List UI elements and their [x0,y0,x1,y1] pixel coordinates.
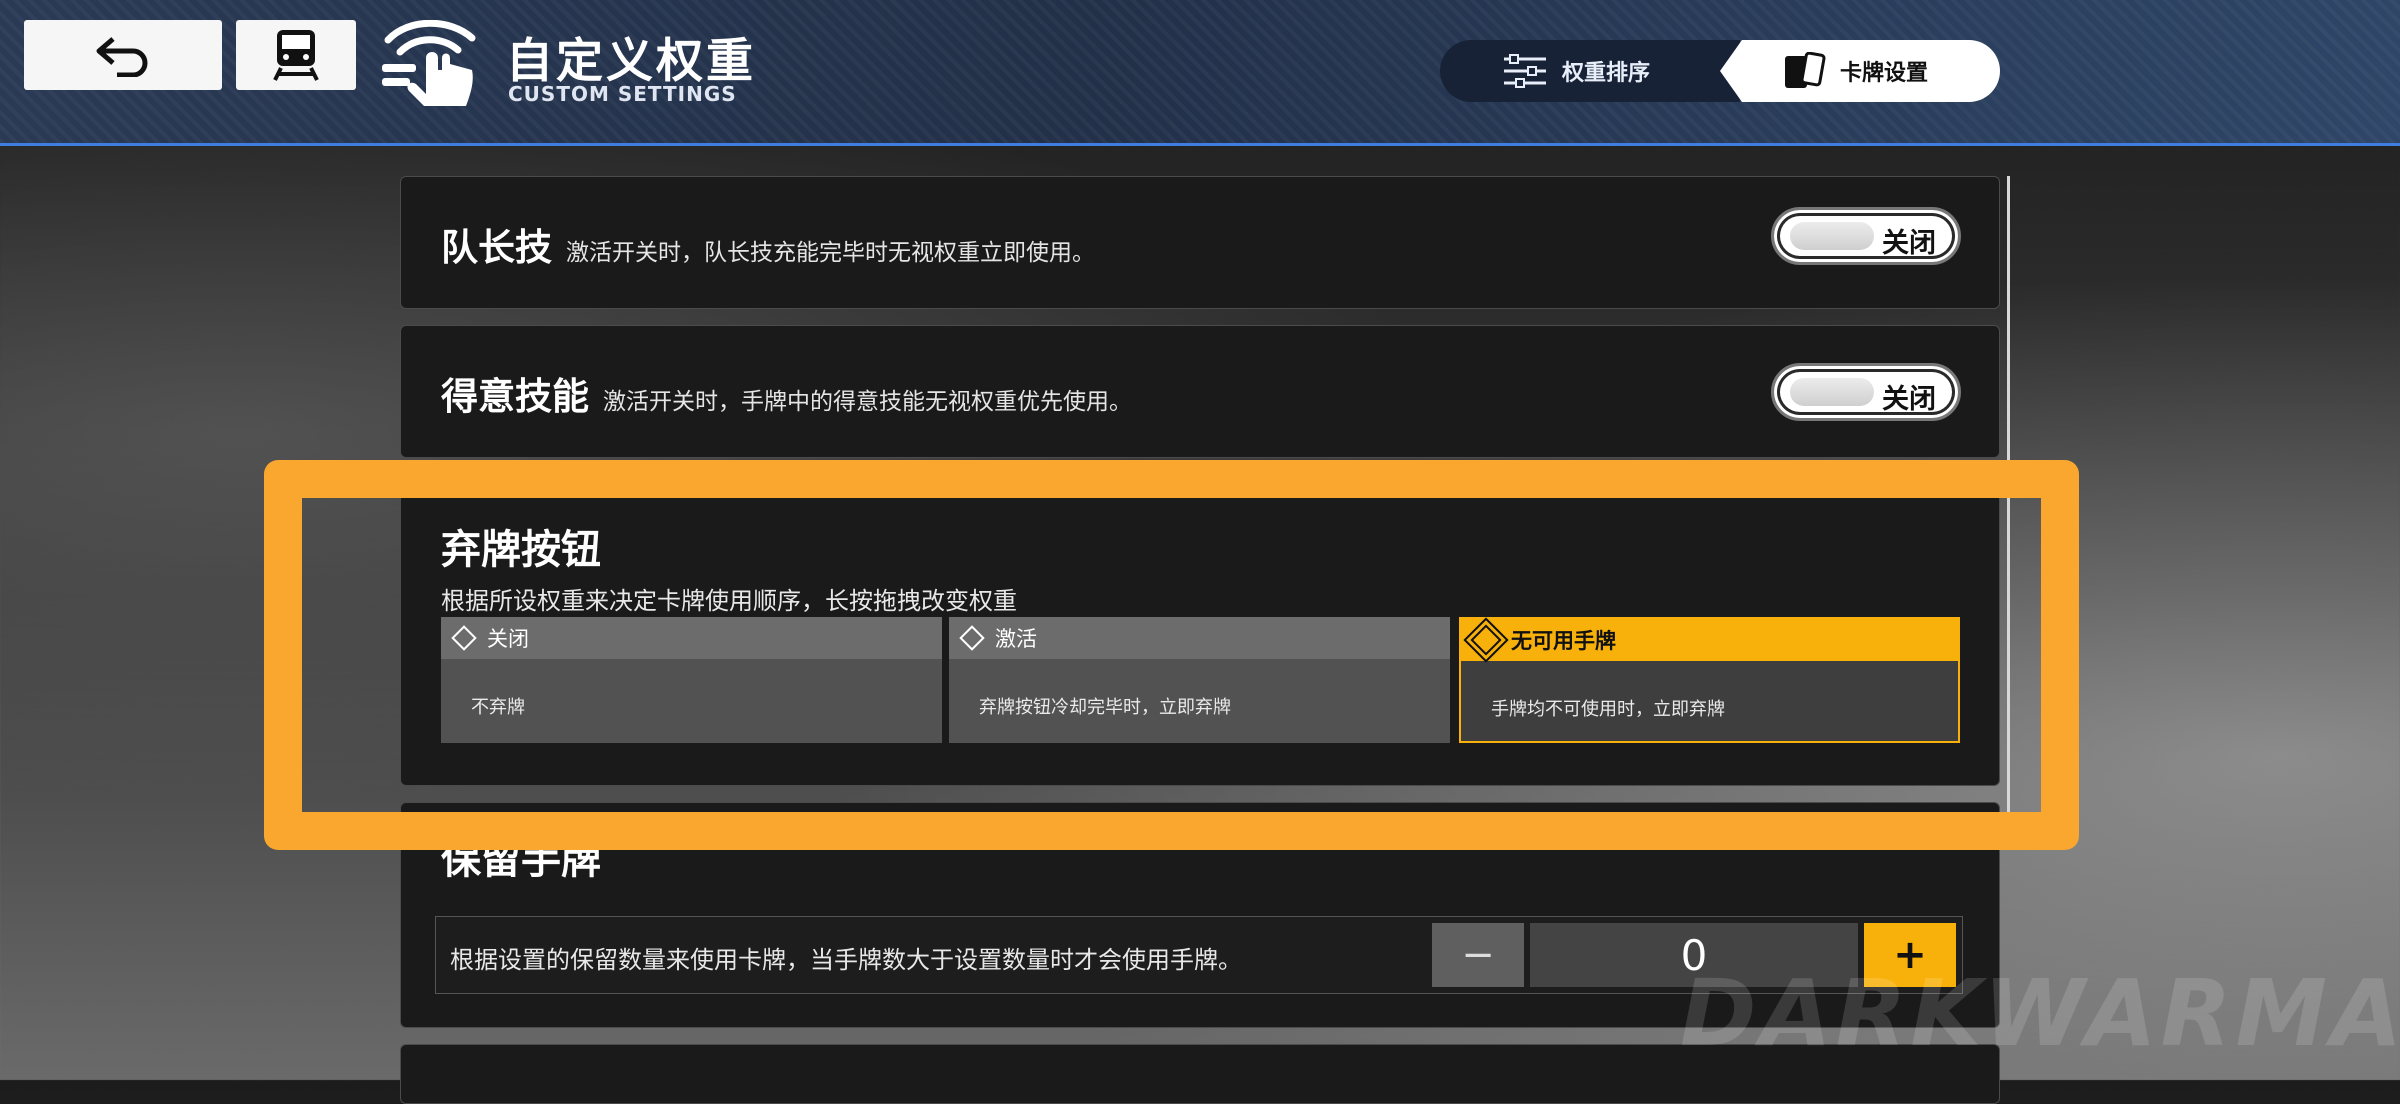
discard-option-off-desc: 不弃牌 [471,697,525,718]
discard-option-no-usable-label: 无可用手牌 [1511,629,1616,653]
captain-skill-toggle[interactable]: 关闭 [1771,207,1961,265]
tab-card-settings-label: 卡牌设置 [1840,61,1929,86]
page-title: 自定义权重 [506,34,756,89]
back-arrow-icon [96,37,148,77]
discard-option-active[interactable]: 激活 弃牌按钮冷却完毕时，立即弃牌 [949,617,1450,743]
diamond-icon [959,625,985,651]
keep-cards-description: 根据设置的保留数量来使用卡牌，当手牌数大于设置数量时才会使用手牌。 [450,946,1242,974]
tab-card-settings[interactable]: 卡牌设置 [1720,40,2000,102]
decrement-button[interactable]: − [1432,923,1524,987]
toggle-knob [1790,222,1874,250]
discard-option-no-usable-cards[interactable]: 无可用手牌 手牌均不可使用时，立即弃牌 [1459,617,1960,743]
discard-option-no-usable-desc: 手牌均不可使用时，立即弃牌 [1491,699,1725,720]
discard-button-title: 弃牌按钮 [441,527,601,573]
keep-cards-title: 保留手牌 [441,837,601,883]
discard-button-description: 根据所设权重来决定卡牌使用顺序，长按拖拽改变权重 [441,587,1017,615]
captain-skill-title: 队长技 激活开关时，队长技充能完毕时无视权重立即使用。 [441,217,1095,271]
scrollbar[interactable] [2007,176,2010,816]
captain-skill-card: 队长技 激活开关时，队长技充能完毕时无视权重立即使用。 关闭 [400,176,2000,309]
discard-option-off[interactable]: 关闭 不弃牌 [441,617,942,743]
discard-option-active-label: 激活 [995,627,1037,651]
cards-icon [1785,52,1826,88]
top-bar: 自定义权重 CUSTOM SETTINGS 权重排序 卡牌设置 [0,0,2400,146]
train-button[interactable] [236,20,356,90]
discard-option-off-label: 关闭 [487,627,529,651]
discard-button-card: 弃牌按钮 根据所设权重来决定卡牌使用顺序，长按拖拽改变权重 关闭 不弃牌 激活 … [400,474,2000,786]
tab-weight-order-label: 权重排序 [1562,61,1651,86]
watermark: DARKWARMAMENTS [1680,960,2400,1067]
discard-option-active-desc: 弃牌按钮冷却完毕时，立即弃牌 [979,697,1231,718]
captain-skill-toggle-label: 关闭 [1882,228,1936,259]
train-icon [273,30,319,81]
back-button[interactable] [24,20,222,90]
signature-skill-card: 得意技能 激活开关时，手牌中的得意技能无视权重优先使用。 关闭 [400,325,2000,458]
tab-bar: 权重排序 卡牌设置 [1440,40,2000,104]
signature-skill-description: 激活开关时，手牌中的得意技能无视权重优先使用。 [603,389,1132,415]
diamond-icon [451,625,477,651]
signature-skill-toggle-label: 关闭 [1882,384,1936,415]
page-subtitle: CUSTOM SETTINGS [508,82,737,106]
signature-skill-title-text: 得意技能 [441,375,589,418]
tab-weight-order[interactable]: 权重排序 [1440,40,1740,102]
toggle-knob [1790,378,1874,406]
signature-skill-toggle[interactable]: 关闭 [1771,363,1961,421]
touch-hand-icon [382,20,476,106]
captain-skill-description: 激活开关时，队长技充能完毕时无视权重立即使用。 [566,240,1095,266]
sliders-icon [1504,54,1546,88]
diamond-selected-icon [1463,617,1509,663]
signature-skill-title: 得意技能 激活开关时，手牌中的得意技能无视权重优先使用。 [441,366,1132,420]
captain-skill-title-text: 队长技 [441,226,552,269]
